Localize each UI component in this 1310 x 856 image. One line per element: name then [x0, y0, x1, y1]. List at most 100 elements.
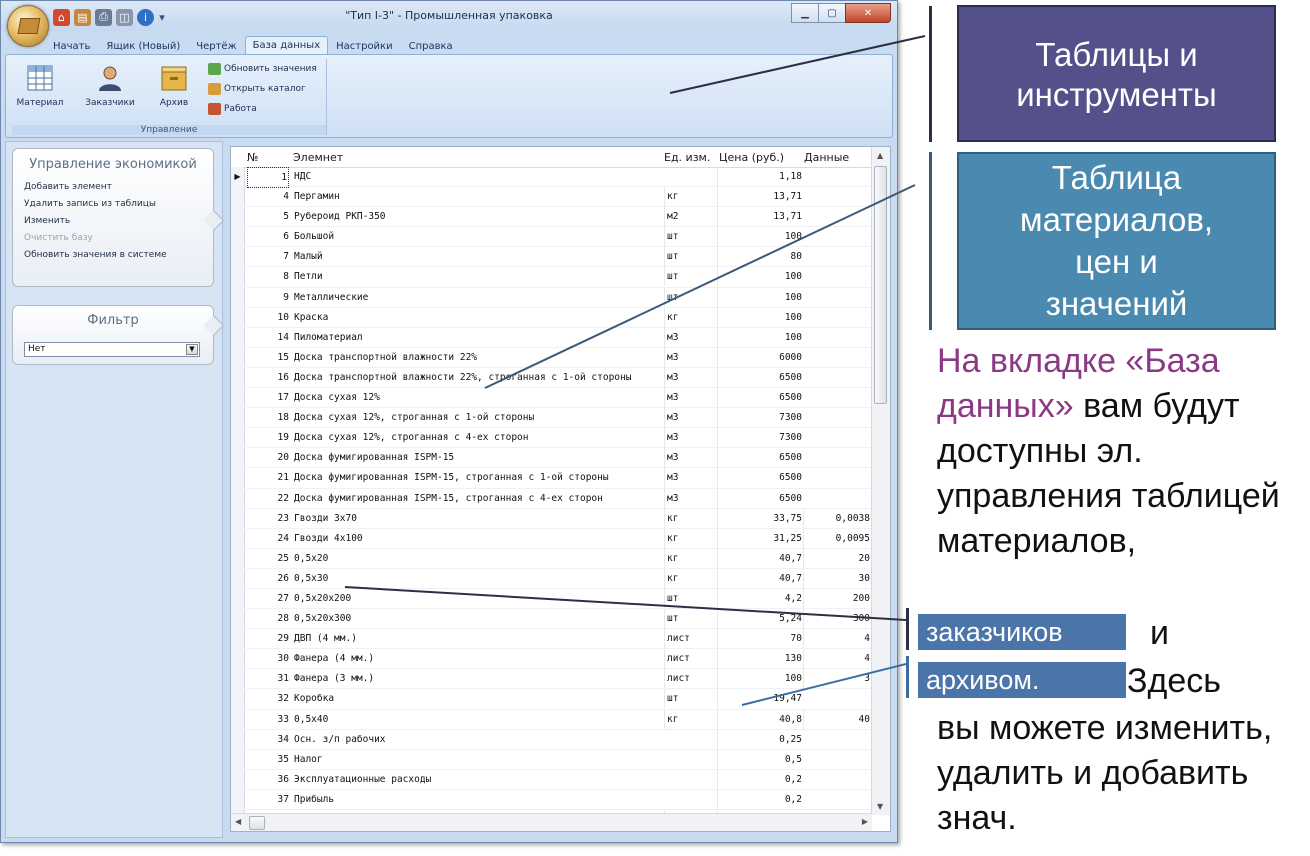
- cell-price[interactable]: 13,71: [717, 207, 802, 227]
- cell-price[interactable]: 100: [717, 227, 802, 247]
- cell-data[interactable]: 40: [803, 709, 870, 729]
- cell-element[interactable]: Доска транспортной влажности 22%, строга…: [294, 368, 662, 387]
- cell-price[interactable]: 6500: [717, 488, 802, 508]
- cell-element[interactable]: 0,5х20х300: [294, 609, 662, 628]
- cell-unit[interactable]: м3: [664, 388, 719, 408]
- cell-number[interactable]: 25: [245, 549, 289, 568]
- cell-unit[interactable]: м2: [664, 207, 719, 227]
- row-indicator[interactable]: [231, 307, 245, 327]
- cell-number[interactable]: 18: [245, 408, 289, 427]
- cell-price[interactable]: 6500: [717, 468, 802, 488]
- table-row[interactable]: 7 Малый шт 80: [231, 247, 872, 268]
- table-row[interactable]: 16 Доска транспортной влажности 22%, стро…: [231, 367, 872, 389]
- scroll-down-icon[interactable]: ▼: [877, 802, 883, 811]
- cell-unit[interactable]: шт: [664, 287, 719, 307]
- cell-number[interactable]: 35: [245, 750, 289, 769]
- row-indicator[interactable]: [231, 187, 245, 207]
- row-indicator[interactable]: [231, 749, 245, 769]
- cell-price[interactable]: 0,2: [717, 769, 802, 789]
- cell-element[interactable]: Пергамин: [294, 187, 662, 206]
- row-indicator[interactable]: [231, 367, 245, 388]
- cell-unit[interactable]: кг: [664, 187, 719, 207]
- cell-element[interactable]: Коробка: [294, 689, 662, 708]
- column-header-number[interactable]: №: [247, 151, 258, 164]
- cell-number[interactable]: 19: [245, 428, 289, 447]
- cell-number[interactable]: 1: [247, 167, 289, 188]
- cell-price[interactable]: 0,5: [717, 749, 802, 769]
- cell-element[interactable]: Фанера (3 мм.): [294, 669, 662, 688]
- row-indicator[interactable]: [231, 588, 245, 609]
- cell-unit[interactable]: м3: [664, 367, 719, 387]
- cell-element[interactable]: 0,5х20х200: [294, 589, 662, 608]
- row-indicator[interactable]: [231, 388, 245, 408]
- table-row[interactable]: 26 0,5х30 кг 40,7 30: [231, 568, 872, 589]
- row-indicator[interactable]: [231, 247, 245, 267]
- cell-data[interactable]: 200: [803, 588, 870, 608]
- cell-price[interactable]: 19,47: [717, 689, 802, 709]
- table-row[interactable]: 34 Осн. з/п рабочих 0,25: [231, 729, 872, 750]
- table-row[interactable]: 19 Доска сухая 12%, строганная с 4-ех сто…: [231, 428, 872, 449]
- row-indicator[interactable]: [231, 468, 245, 488]
- row-indicator[interactable]: [231, 207, 245, 227]
- tab-help[interactable]: Справка: [401, 38, 461, 55]
- cell-element[interactable]: Гвозди 4х100: [294, 529, 662, 548]
- cell-element[interactable]: Фанера (4 мм.): [294, 649, 662, 668]
- cell-unit[interactable]: шт: [664, 267, 719, 287]
- minimize-button[interactable]: ▁: [791, 3, 819, 23]
- cell-unit[interactable]: кг: [664, 528, 719, 548]
- table-row[interactable]: 17 Доска сухая 12% м3 6500: [231, 388, 872, 409]
- scroll-up-icon[interactable]: ▲: [877, 151, 883, 160]
- cell-unit[interactable]: кг: [664, 568, 719, 588]
- row-indicator[interactable]: [231, 227, 245, 247]
- row-indicator[interactable]: [231, 448, 245, 468]
- vertical-scroll-thumb[interactable]: [874, 166, 887, 404]
- cell-number[interactable]: 37: [245, 790, 289, 809]
- cell-element[interactable]: Гвозди 3х70: [294, 509, 662, 528]
- chevron-down-icon[interactable]: ▼: [186, 344, 198, 355]
- row-indicator[interactable]: [231, 267, 245, 287]
- column-header-price[interactable]: Цена (руб.): [719, 151, 784, 164]
- tab-settings[interactable]: Настройки: [328, 38, 400, 55]
- cell-data[interactable]: 30: [803, 568, 870, 588]
- cell-element[interactable]: 0,5х30: [294, 569, 662, 588]
- table-row[interactable]: 4 Пергамин кг 13,71: [231, 187, 872, 208]
- scroll-left-icon[interactable]: ◀: [235, 817, 241, 826]
- cell-element[interactable]: Эксплуатационные расходы: [294, 770, 662, 789]
- row-indicator[interactable]: [231, 669, 245, 689]
- cell-element[interactable]: Большой: [294, 227, 662, 246]
- row-indicator[interactable]: [231, 408, 245, 428]
- cell-price[interactable]: 40,8: [717, 709, 802, 729]
- cell-number[interactable]: 27: [245, 589, 289, 608]
- cell-unit[interactable]: шт: [664, 689, 719, 709]
- cell-data[interactable]: 3: [803, 669, 870, 689]
- tab-start[interactable]: Начать: [45, 38, 98, 55]
- cell-price[interactable]: 5,24: [717, 609, 802, 629]
- row-indicator[interactable]: [231, 689, 245, 709]
- row-indicator[interactable]: [231, 769, 245, 789]
- scroll-right-icon[interactable]: ▶: [862, 817, 868, 826]
- cell-number[interactable]: 17: [245, 388, 289, 407]
- cell-price[interactable]: 0,2: [717, 789, 802, 809]
- row-indicator[interactable]: [231, 488, 245, 508]
- cell-price[interactable]: 70: [717, 629, 802, 649]
- cell-element[interactable]: Налог: [294, 750, 662, 769]
- cell-unit[interactable]: лист: [664, 629, 719, 649]
- cell-unit[interactable]: кг: [664, 508, 719, 528]
- cell-element[interactable]: Прибыль: [294, 790, 662, 809]
- cell-element[interactable]: ДВП (4 мм.): [294, 629, 662, 648]
- cell-element[interactable]: Металлические: [294, 288, 662, 307]
- cell-element[interactable]: Рубероид РКП-350: [294, 207, 662, 226]
- cell-price[interactable]: 0,25: [717, 729, 802, 749]
- cell-number[interactable]: 4: [245, 187, 289, 206]
- refresh-values-button[interactable]: Обновить значения: [208, 63, 317, 75]
- cell-number[interactable]: 28: [245, 609, 289, 628]
- close-button[interactable]: ✕: [845, 3, 891, 23]
- row-indicator[interactable]: [231, 709, 245, 729]
- cell-data[interactable]: 0,0038: [803, 508, 870, 528]
- table-row[interactable]: 21 Доска фумигированная ISPM-15, строганн…: [231, 468, 872, 489]
- cell-number[interactable]: 20: [245, 448, 289, 467]
- cell-number[interactable]: 30: [245, 649, 289, 668]
- table-row[interactable]: 9 Металлические шт 100: [231, 287, 872, 308]
- cell-element[interactable]: Краска: [294, 308, 662, 327]
- cell-price[interactable]: 100: [717, 307, 802, 327]
